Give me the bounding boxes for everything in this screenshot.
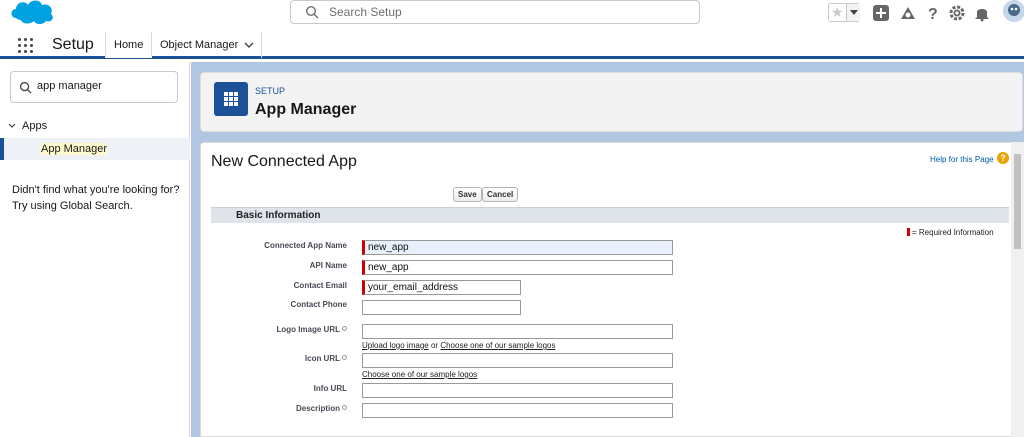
icon-links: Choose one of our sample logos	[362, 370, 477, 379]
quick-find-box[interactable]	[10, 71, 178, 103]
favorites-button[interactable]: ★	[828, 3, 860, 22]
salesforce-logo[interactable]	[8, 0, 58, 26]
icon-url-field[interactable]	[362, 353, 673, 368]
chevron-down-icon[interactable]	[244, 42, 254, 49]
upload-logo-link[interactable]: Upload logo image	[362, 341, 429, 350]
section-title: Basic Information	[236, 210, 321, 221]
not-found-message: Didn't find what you're looking for? Try…	[12, 182, 179, 214]
tree-node-app-manager-label: App Manager	[41, 143, 108, 155]
global-search-input[interactable]	[329, 4, 629, 20]
favorites-dropdown-icon[interactable]	[846, 4, 860, 21]
not-found-line1: Didn't find what you're looking for?	[12, 184, 180, 196]
page-header: SETUP App Manager	[200, 72, 1023, 132]
required-marker	[907, 228, 910, 236]
tab-home-label: Home	[114, 39, 144, 51]
add-icon[interactable]	[872, 4, 890, 22]
sample-logos-link[interactable]: Choose one of our sample logos	[440, 341, 555, 350]
save-button[interactable]: Save	[453, 187, 482, 202]
not-found-line2: Try using Global Search.	[12, 200, 133, 212]
cancel-button[interactable]: Cancel	[482, 187, 519, 202]
app-name: Setup	[52, 36, 94, 53]
avatar[interactable]	[1003, 0, 1024, 22]
tab-object-manager[interactable]: Object Manager	[152, 32, 262, 58]
global-search-box[interactable]	[290, 0, 700, 24]
section-basic-information: Basic Information	[211, 207, 1009, 223]
info-icon[interactable]	[342, 326, 347, 331]
content-scrollbar[interactable]	[1011, 142, 1024, 437]
trailhead-icon[interactable]	[899, 4, 917, 22]
api-name-field[interactable]	[362, 260, 673, 275]
info-url-label: Info URL	[313, 384, 347, 393]
app-launcher-icon[interactable]	[18, 38, 34, 54]
star-icon: ★	[831, 4, 844, 20]
icon-url-label: Icon URL	[241, 354, 347, 363]
help-icon[interactable]: ?	[997, 152, 1009, 164]
tree-node-app-manager[interactable]: App Manager	[0, 138, 190, 160]
logo-image-url-label-text: Logo Image URL	[276, 325, 340, 334]
description-label: Description	[241, 404, 347, 413]
app-navigation-bar: Setup Home Object Manager	[0, 32, 1024, 59]
global-header: ★ ?	[0, 0, 1024, 32]
required-note: = Required Information	[907, 228, 994, 237]
search-icon	[19, 81, 32, 94]
tab-home[interactable]: Home	[105, 32, 153, 58]
page-eyebrow: SETUP	[255, 86, 286, 96]
user-avatar-icon	[1003, 0, 1024, 22]
contact-phone-label: Contact Phone	[290, 300, 347, 309]
icon-url-label-text: Icon URL	[304, 354, 340, 363]
gear-icon[interactable]	[948, 4, 966, 22]
logo-links: Upload logo image or Choose one of our s…	[362, 341, 556, 350]
svg-text:?: ?	[928, 6, 938, 22]
description-field[interactable]	[362, 403, 673, 418]
info-icon[interactable]	[342, 405, 347, 410]
description-label-text: Description	[295, 404, 340, 413]
search-icon	[305, 5, 319, 19]
tab-object-manager-label: Object Manager	[160, 39, 239, 51]
info-icon[interactable]	[342, 355, 347, 360]
contact-email-field[interactable]	[362, 280, 521, 295]
connected-app-name-label: Connected App Name	[264, 241, 347, 250]
form-title: New Connected App	[211, 153, 357, 170]
api-name-label: API Name	[309, 261, 347, 270]
tree-node-apps-label: Apps	[22, 120, 48, 132]
info-url-field[interactable]	[362, 383, 673, 398]
setup-sidebar: Apps App Manager Didn't find what you're…	[0, 62, 190, 437]
tree-node-apps[interactable]: Apps	[8, 120, 47, 132]
help-link[interactable]: Help for this Page	[930, 155, 994, 164]
page-title: App Manager	[255, 101, 357, 118]
contact-phone-field[interactable]	[362, 300, 521, 315]
required-note-text: = Required Information	[912, 228, 994, 237]
logo-links-or: or	[430, 341, 439, 350]
chevron-down-icon	[8, 123, 16, 128]
help-icon[interactable]: ?	[924, 4, 942, 22]
logo-image-url-label: Logo Image URL	[241, 325, 347, 334]
logo-image-url-field[interactable]	[362, 324, 673, 339]
new-connected-app-form: New Connected App Help for this Page ? S…	[200, 142, 1015, 437]
quick-find-input[interactable]	[37, 80, 167, 92]
scrollbar-thumb[interactable]	[1014, 154, 1021, 249]
main-content-area: SETUP App Manager New Connected App Help…	[191, 62, 1024, 437]
connected-app-name-field[interactable]	[362, 240, 673, 255]
contact-email-label: Contact Email	[293, 281, 347, 290]
sample-icons-link[interactable]: Choose one of our sample logos	[362, 370, 477, 379]
bell-icon[interactable]	[973, 4, 991, 22]
app-manager-icon	[214, 82, 248, 116]
